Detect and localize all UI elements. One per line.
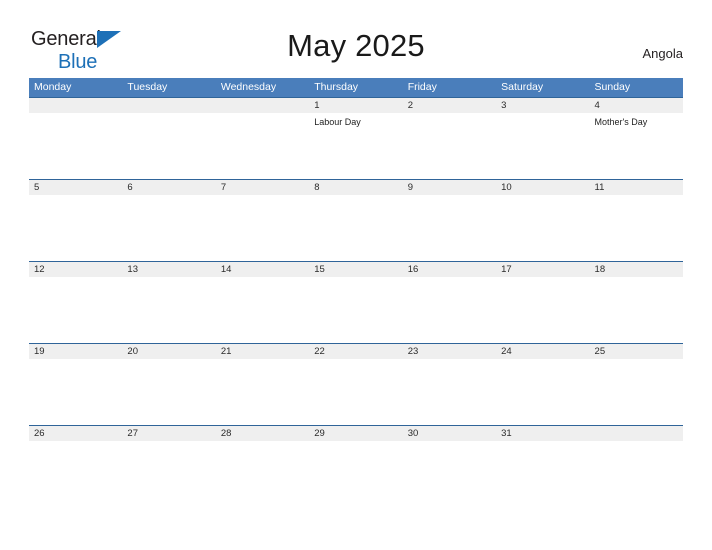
day-cell[interactable]: [309, 441, 402, 507]
day-cell[interactable]: [216, 195, 309, 261]
day-cell[interactable]: [403, 195, 496, 261]
day-cell[interactable]: [496, 195, 589, 261]
day-cell[interactable]: [122, 195, 215, 261]
week-date-band: 26 27 28 29 30 31: [29, 426, 683, 441]
day-cell[interactable]: [590, 195, 683, 261]
weekday-header-saturday: Saturday: [501, 81, 544, 93]
calendar-week-row: 1 2 3 4 Labour Day Mother's Day: [29, 97, 683, 179]
day-number[interactable]: 19: [29, 344, 122, 359]
day-number[interactable]: 5: [29, 180, 122, 195]
day-number[interactable]: 8: [309, 180, 402, 195]
weekday-header-thursday: Thursday: [314, 81, 359, 93]
week-event-band: Labour Day Mother's Day: [29, 113, 683, 179]
day-cell[interactable]: Labour Day: [309, 113, 402, 179]
day-number[interactable]: 28: [216, 426, 309, 441]
day-number[interactable]: [216, 98, 309, 113]
day-number[interactable]: 7: [216, 180, 309, 195]
weekday-header-wednesday: Wednesday: [220, 81, 277, 93]
weekday-header-monday: Monday: [34, 81, 72, 93]
day-number[interactable]: 22: [309, 344, 402, 359]
day-number[interactable]: 9: [403, 180, 496, 195]
week-date-band: 19 20 21 22 23 24 25: [29, 344, 683, 359]
week-event-band: [29, 277, 683, 343]
day-number[interactable]: 26: [29, 426, 122, 441]
day-cell[interactable]: [590, 359, 683, 425]
day-number[interactable]: 6: [122, 180, 215, 195]
day-number[interactable]: 23: [403, 344, 496, 359]
day-cell[interactable]: [122, 277, 215, 343]
weekday-header-sunday: Sunday: [594, 81, 631, 93]
day-number[interactable]: [29, 98, 122, 113]
day-number[interactable]: 12: [29, 262, 122, 277]
page-header: General Blue May 2025 Angola: [0, 0, 712, 78]
day-number[interactable]: 30: [403, 426, 496, 441]
day-cell[interactable]: [496, 113, 589, 179]
day-number[interactable]: 10: [496, 180, 589, 195]
day-number[interactable]: 29: [309, 426, 402, 441]
day-cell[interactable]: [216, 277, 309, 343]
day-cell[interactable]: [403, 113, 496, 179]
day-number[interactable]: 3: [496, 98, 589, 113]
week-date-band: 12 13 14 15 16 17 18: [29, 262, 683, 277]
day-cell[interactable]: [29, 113, 122, 179]
day-cell[interactable]: [496, 441, 589, 507]
weekday-header-row: Monday Tuesday Wednesday Thursday Friday…: [29, 78, 683, 97]
event-label: Mother's Day: [594, 117, 648, 127]
weekday-header-friday: Friday: [407, 81, 437, 93]
day-cell[interactable]: [403, 441, 496, 507]
day-cell[interactable]: [216, 359, 309, 425]
calendar-grid: Monday Tuesday Wednesday Thursday Friday…: [29, 78, 683, 507]
day-number[interactable]: 16: [403, 262, 496, 277]
day-number[interactable]: 21: [216, 344, 309, 359]
day-cell[interactable]: [403, 277, 496, 343]
calendar-week-row: 12 13 14 15 16 17 18: [29, 261, 683, 343]
day-number[interactable]: 17: [496, 262, 589, 277]
day-cell[interactable]: [216, 113, 309, 179]
event-label: Labour Day: [314, 117, 361, 127]
day-cell[interactable]: [496, 359, 589, 425]
day-cell[interactable]: [403, 359, 496, 425]
week-event-band: [29, 441, 683, 507]
day-cell[interactable]: [122, 113, 215, 179]
day-number[interactable]: 31: [496, 426, 589, 441]
country-label: Angola: [642, 46, 683, 61]
day-cell[interactable]: [29, 359, 122, 425]
day-cell[interactable]: [496, 277, 589, 343]
day-cell[interactable]: [309, 277, 402, 343]
day-cell[interactable]: [590, 277, 683, 343]
calendar-week-row: 5 6 7 8 9 10 11: [29, 179, 683, 261]
day-cell[interactable]: [29, 277, 122, 343]
day-cell[interactable]: [590, 441, 683, 507]
week-event-band: [29, 195, 683, 261]
day-number[interactable]: 27: [122, 426, 215, 441]
day-number[interactable]: 4: [590, 98, 683, 113]
day-number[interactable]: 15: [309, 262, 402, 277]
week-date-band: 1 2 3 4: [29, 98, 683, 113]
week-event-band: [29, 359, 683, 425]
day-cell[interactable]: [309, 359, 402, 425]
day-cell[interactable]: [122, 441, 215, 507]
day-cell[interactable]: [216, 441, 309, 507]
day-number[interactable]: [590, 426, 683, 441]
calendar-week-row: 26 27 28 29 30 31: [29, 425, 683, 507]
day-cell[interactable]: [122, 359, 215, 425]
day-number[interactable]: [122, 98, 215, 113]
day-cell[interactable]: [29, 195, 122, 261]
day-number[interactable]: 11: [590, 180, 683, 195]
day-number[interactable]: 1: [309, 98, 402, 113]
day-number[interactable]: 2: [403, 98, 496, 113]
week-date-band: 5 6 7 8 9 10 11: [29, 180, 683, 195]
day-number[interactable]: 18: [590, 262, 683, 277]
day-cell[interactable]: Mother's Day: [590, 113, 683, 179]
day-number[interactable]: 14: [216, 262, 309, 277]
day-number[interactable]: 20: [122, 344, 215, 359]
day-number[interactable]: 24: [496, 344, 589, 359]
day-cell[interactable]: [29, 441, 122, 507]
day-cell[interactable]: [309, 195, 402, 261]
calendar-week-row: 19 20 21 22 23 24 25: [29, 343, 683, 425]
page-title: May 2025: [287, 28, 425, 63]
day-number[interactable]: 13: [122, 262, 215, 277]
weekday-header-tuesday: Tuesday: [127, 81, 168, 93]
day-number[interactable]: 25: [590, 344, 683, 359]
